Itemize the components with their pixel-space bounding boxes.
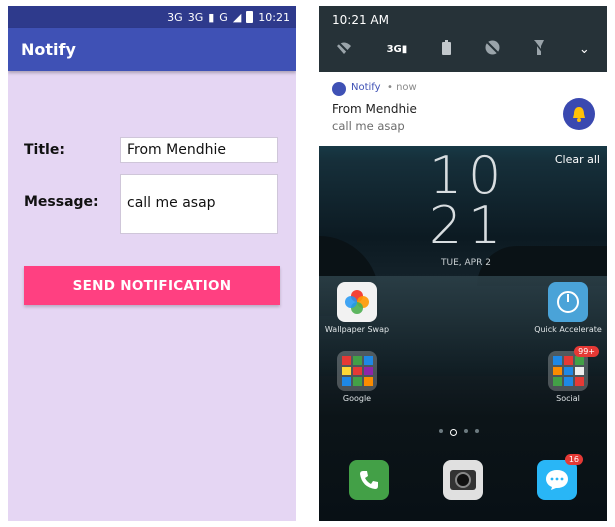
- messages-app-icon[interactable]: 16: [537, 454, 583, 500]
- notification-app-name: Notify: [351, 82, 381, 93]
- speedometer-icon: [548, 282, 588, 322]
- page-dot: [450, 429, 457, 436]
- mobile-data-icon[interactable]: 3G▮: [387, 44, 408, 55]
- app-wallpaper-swap[interactable]: Wallpaper Swap: [322, 282, 392, 334]
- camera-app-icon[interactable]: [443, 460, 483, 500]
- page-dot: [475, 429, 479, 433]
- folder-google[interactable]: Google: [322, 351, 392, 403]
- app-bar: Notify: [8, 28, 296, 71]
- status-time: 10:21: [258, 10, 290, 24]
- notification-shade-screen: 10:21 AM 3G▮ ⌄ Notify • now From Mendhie…: [319, 6, 607, 521]
- signal-icon: ▮: [208, 10, 215, 24]
- notification-card[interactable]: Notify • now From Mendhie call me asap: [319, 72, 607, 146]
- folder-icon: [548, 351, 588, 391]
- folder-icon: [337, 351, 377, 391]
- wallpaper-swap-icon: [337, 282, 377, 322]
- notification-time: • now: [387, 82, 417, 93]
- notification-title: From Mendhie: [332, 102, 417, 116]
- clock-minute: 21: [429, 196, 508, 256]
- page-indicator: [439, 429, 479, 436]
- message-label: Message:: [24, 194, 99, 210]
- page-dot: [464, 429, 468, 433]
- do-not-disturb-icon[interactable]: [485, 40, 500, 59]
- chevron-down-icon[interactable]: ⌄: [579, 42, 590, 57]
- status-bar: 3G 3G ▮ G ◢ 10:21: [8, 6, 296, 28]
- send-notification-button[interactable]: SEND NOTIFICATION: [24, 266, 280, 305]
- status-time: 10:21 AM: [332, 13, 389, 27]
- battery-icon[interactable]: [441, 40, 451, 59]
- app-quick-accelerate[interactable]: Quick Accelerate: [533, 282, 603, 334]
- message-input[interactable]: call me asap: [120, 174, 278, 234]
- notification-badge: 16: [564, 454, 583, 465]
- network-indicator: G: [219, 10, 228, 24]
- page-dot: [439, 429, 443, 433]
- network-indicator: 3G: [187, 10, 204, 24]
- clear-all-button[interactable]: Clear all: [555, 153, 600, 166]
- clock-date: TUE, APR 2: [441, 258, 491, 268]
- wifi-icon[interactable]: [336, 40, 352, 59]
- app-label: Google: [342, 394, 372, 403]
- notification-text: call me asap: [332, 119, 405, 133]
- app-title: Notify: [21, 40, 76, 59]
- network-indicator: 3G: [167, 10, 183, 24]
- app-label: Wallpaper Swap: [324, 325, 390, 334]
- app-icon: [332, 82, 346, 96]
- title-label: Title:: [24, 142, 65, 158]
- bell-icon: [563, 98, 595, 130]
- title-input[interactable]: From Mendhie: [120, 137, 278, 163]
- sender-app-screen: 3G 3G ▮ G ◢ 10:21 Notify Title: From Men…: [8, 6, 296, 521]
- battery-icon: [246, 11, 254, 23]
- quick-settings: 10:21 AM 3G▮ ⌄: [319, 6, 607, 72]
- folder-social[interactable]: Social 99+: [533, 346, 603, 403]
- message-row: Message: call me asap: [24, 174, 278, 234]
- signal-icon: ◢: [232, 10, 242, 24]
- title-row: Title: From Mendhie: [24, 137, 278, 163]
- app-label: Quick Accelerate: [534, 325, 602, 334]
- notification-badge: 99+: [574, 346, 599, 357]
- app-label: Social: [556, 394, 580, 403]
- phone-app-icon[interactable]: [349, 460, 389, 500]
- flashlight-icon[interactable]: [533, 40, 546, 59]
